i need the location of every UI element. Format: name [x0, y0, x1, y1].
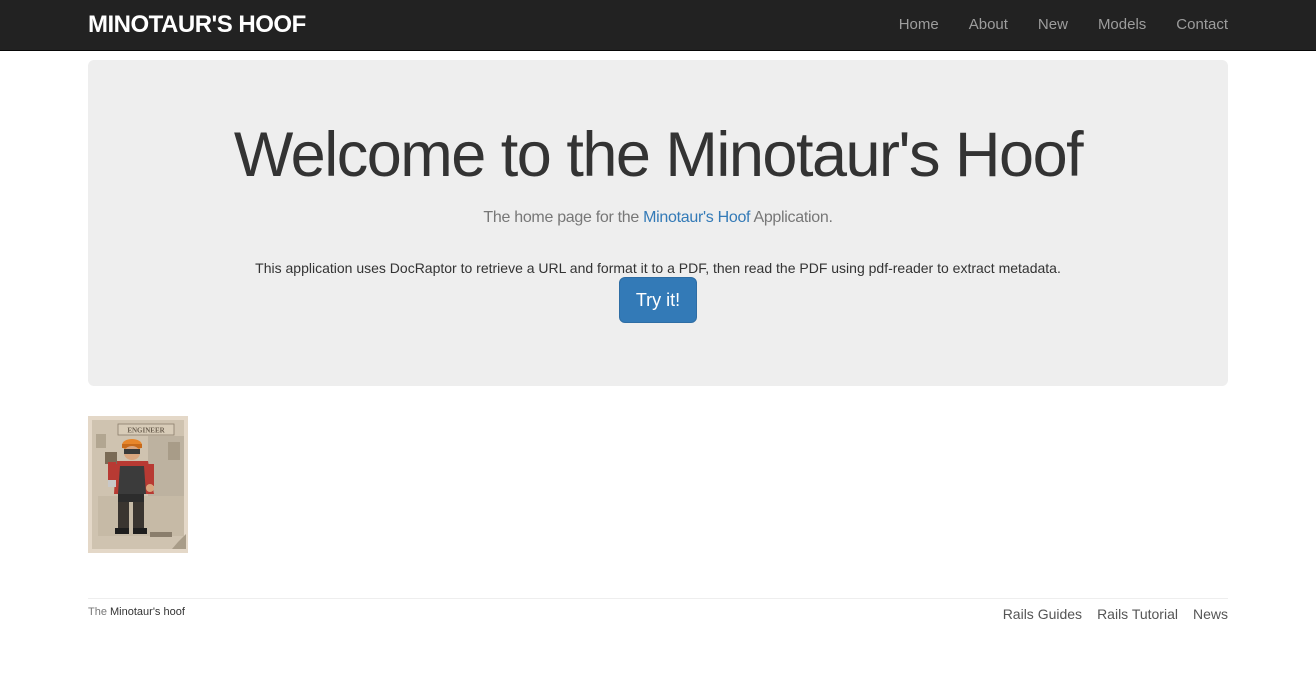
engineer-poster-image[interactable]: ENGINEER	[88, 416, 188, 553]
hero-description: This application uses DocRaptor to retri…	[255, 260, 1061, 276]
nav-models-link[interactable]: Models	[1098, 15, 1146, 35]
hero-subtitle: The home page for the Minotaur's Hoof Ap…	[88, 208, 1228, 228]
footer-news-link[interactable]: News	[1193, 605, 1228, 623]
nav-home-link[interactable]: Home	[899, 15, 939, 35]
footer-rails-tutorial-link[interactable]: Rails Tutorial	[1097, 605, 1178, 623]
page-footer: The Minotaur's hoof Rails Guides Rails T…	[88, 598, 1228, 622]
footer-links: Rails Guides Rails Tutorial News	[988, 605, 1228, 623]
footer-credit: The Minotaur's hoof	[88, 605, 185, 619]
footer-prefix: The	[88, 606, 111, 618]
hero-jumbotron: Welcome to the Minotaur's Hoof The home …	[88, 60, 1228, 386]
poster-illustration: ENGINEER	[88, 416, 188, 553]
subtitle-prefix: The home page for the	[483, 209, 644, 226]
nav-contact-link[interactable]: Contact	[1176, 15, 1228, 35]
poster-heading: ENGINEER	[127, 427, 165, 435]
brand-logo-link[interactable]: MINOTAUR'S HOOF	[88, 11, 306, 39]
try-it-button[interactable]: Try it!	[619, 277, 697, 323]
subtitle-suffix: Application.	[750, 209, 833, 226]
footer-minotaur-link[interactable]: Minotaur's hoof	[110, 606, 185, 618]
nav-about-link[interactable]: About	[969, 15, 1008, 35]
nav-new-link[interactable]: New	[1038, 15, 1068, 35]
top-navbar: MINOTAUR'S HOOF Home About New Models Co…	[0, 0, 1316, 51]
footer-rails-guides-link[interactable]: Rails Guides	[1003, 605, 1082, 623]
hero-title: Welcome to the Minotaur's Hoof	[233, 120, 1084, 190]
subtitle-app-link[interactable]: Minotaur's Hoof	[643, 209, 750, 226]
nav-links: Home About New Models Contact	[869, 0, 1228, 50]
